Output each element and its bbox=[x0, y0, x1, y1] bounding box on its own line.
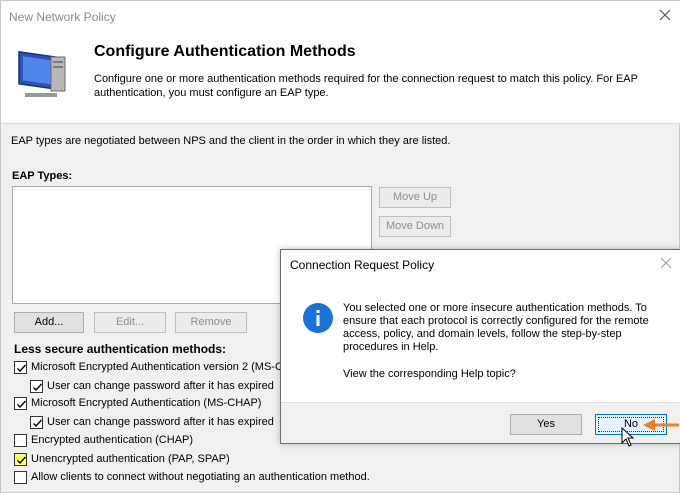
mschap-v2-change-password-option[interactable]: User can change password after it has ex… bbox=[30, 378, 274, 394]
check-icon bbox=[17, 456, 27, 464]
info-icon bbox=[303, 303, 333, 333]
pap-spap-checkbox[interactable] bbox=[14, 452, 27, 466]
annotation-arrow-icon bbox=[643, 419, 679, 431]
dialog-message: You selected one or more insecure authen… bbox=[343, 302, 649, 353]
mschap-change-password-checkbox[interactable] bbox=[30, 415, 43, 429]
mschap-checkbox[interactable] bbox=[14, 396, 27, 410]
mschap-change-password-option[interactable]: User can change password after it has ex… bbox=[30, 414, 274, 430]
mouse-cursor-icon bbox=[621, 427, 635, 447]
mschap-option[interactable]: Microsoft Encrypted Authentication (MS-C… bbox=[14, 395, 261, 411]
no-negotiation-label: Allow clients to connect without negotia… bbox=[31, 471, 370, 483]
add-button[interactable]: Add... bbox=[14, 312, 84, 333]
mschap-label: Microsoft Encrypted Authentication (MS-C… bbox=[31, 397, 262, 409]
check-icon bbox=[17, 400, 27, 408]
mschap-v2-change-password-checkbox[interactable] bbox=[30, 379, 43, 393]
mschap-v2-change-password-label: User can change password after it has ex… bbox=[47, 380, 274, 392]
close-icon[interactable] bbox=[660, 257, 672, 269]
no-negotiation-option[interactable]: Allow clients to connect without negotia… bbox=[14, 469, 370, 485]
dialog-question: View the corresponding Help topic? bbox=[343, 368, 516, 380]
check-icon bbox=[33, 419, 43, 427]
header-panel: Configure Authentication Methods Configu… bbox=[1, 31, 680, 124]
check-icon bbox=[33, 383, 43, 391]
mschap-v2-option[interactable]: Microsoft Encrypted Authentication versi… bbox=[14, 359, 289, 375]
page-description: Configure one or more authentication met… bbox=[94, 73, 638, 99]
mschap-v2-label: Microsoft Encrypted Authentication versi… bbox=[31, 361, 289, 373]
dialog-title: Connection Request Policy bbox=[290, 258, 435, 272]
chap-label: Encrypted authentication (CHAP) bbox=[31, 434, 194, 446]
edit-button[interactable]: Edit... bbox=[94, 312, 166, 333]
eap-negotiation-note: EAP types are negotiated between NPS and… bbox=[11, 135, 451, 147]
close-icon[interactable] bbox=[657, 7, 673, 23]
mschap-change-password-label: User can change password after it has ex… bbox=[47, 416, 274, 428]
connection-request-policy-dialog: Connection Request Policy You selected o… bbox=[280, 249, 680, 444]
no-negotiation-checkbox[interactable] bbox=[14, 470, 27, 484]
mschap-v2-checkbox[interactable] bbox=[14, 360, 27, 374]
chap-checkbox[interactable] bbox=[14, 433, 27, 447]
pap-spap-label: Unencrypted authentication (PAP, SPAP) bbox=[31, 453, 230, 465]
new-network-policy-window: New Network Policy Configure Authenticat… bbox=[0, 0, 680, 493]
move-down-button[interactable]: Move Down bbox=[379, 216, 451, 237]
pap-spap-option[interactable]: Unencrypted authentication (PAP, SPAP) bbox=[14, 451, 230, 467]
chap-option[interactable]: Encrypted authentication (CHAP) bbox=[14, 432, 193, 448]
page-title: Configure Authentication Methods bbox=[94, 43, 356, 60]
yes-button[interactable]: Yes bbox=[510, 414, 582, 435]
check-icon bbox=[17, 364, 27, 372]
network-computer-icon bbox=[18, 50, 66, 97]
move-up-button[interactable]: Move Up bbox=[379, 187, 451, 208]
remove-button[interactable]: Remove bbox=[175, 312, 247, 333]
eap-types-label: EAP Types: bbox=[12, 170, 73, 182]
title-bar: New Network Policy bbox=[1, 1, 680, 31]
less-secure-methods-label: Less secure authentication methods: bbox=[14, 342, 227, 356]
window-title: New Network Policy bbox=[9, 10, 116, 24]
